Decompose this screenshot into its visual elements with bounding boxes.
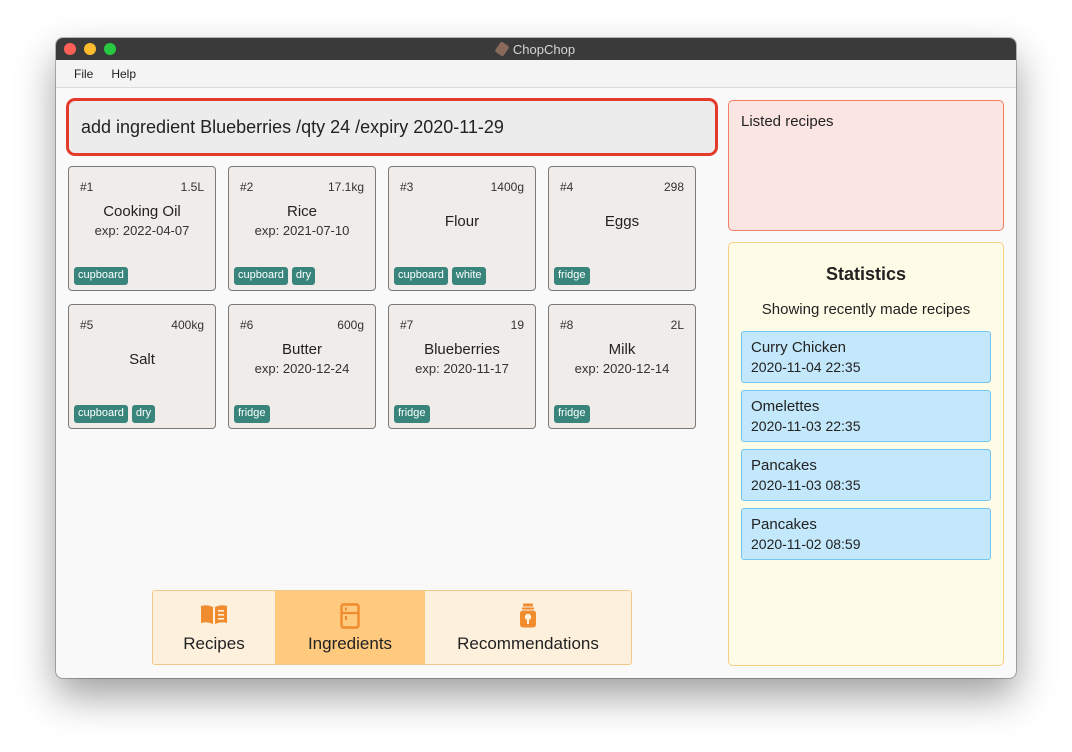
recent-recipe-name: Pancakes [751,457,817,474]
title-bar: ChopChop [56,38,1016,60]
ingredient-card[interactable]: #3 1400g Flour cupboard white [388,166,536,291]
app-window: ChopChop File Help add ingredient Bluebe… [56,38,1016,678]
ingredient-name: Salt [129,351,155,368]
ingredient-index: #3 [400,180,414,194]
ingredient-expiry: exp: 2020-12-14 [574,361,670,376]
app-icon [494,41,510,57]
ingredient-quantity: 17.1kg [327,180,364,194]
tab-recipes[interactable]: Recipes [153,591,275,664]
tab-recommendations-label: Recommendations [457,634,599,653]
ingredient-tags: cupboard dry [74,405,156,423]
recent-recipe-item[interactable]: Pancakes 2020-11-02 08:59 [741,508,991,560]
ingredient-card[interactable]: #7 19 Blueberries exp: 2020-11-17 fridge [388,304,536,429]
menu-file[interactable]: File [65,67,102,81]
recent-recipe-time: 2020-11-04 22:35 [751,359,861,375]
ingredient-quantity: 600g [337,318,364,332]
ingredient-name: Milk [608,341,636,358]
ingredient-expiry: exp: 2020-12-24 [254,361,350,376]
recent-recipe-name: Curry Chicken [751,339,847,356]
tag-badge: fridge [554,405,590,423]
tag-badge: cupboard [74,405,128,423]
ingredient-card[interactable]: #2 17.1kg Rice exp: 2021-07-10 cupboard … [228,166,376,291]
ingredient-tags: fridge [394,405,430,423]
ingredient-index: #4 [560,180,574,194]
ingredient-card[interactable]: #1 1.5L Cooking Oil exp: 2022-04-07 cupb… [68,166,216,291]
ingredient-card[interactable]: #4 298 Eggs fridge [548,166,696,291]
ingredient-quantity: 1400g [490,180,524,194]
menu-help[interactable]: Help [102,67,145,81]
tag-badge: dry [291,267,316,285]
tag-badge: cupboard [74,267,128,285]
close-window-button[interactable] [64,43,76,55]
listed-recipes-panel: Listed recipes [728,100,1004,231]
ingredient-tags: cupboard white [394,267,486,285]
recent-recipe-time: 2020-11-03 22:35 [751,418,861,434]
ingredient-tags: fridge [554,405,590,423]
ingredient-quantity: 19 [510,318,524,332]
ingredient-quantity: 1.5L [180,180,204,194]
listed-recipes-label: Listed recipes [741,113,834,130]
ingredient-tags: fridge [234,405,270,423]
recent-recipe-time: 2020-11-02 08:59 [751,536,861,552]
ingredient-quantity: 400kg [171,318,204,332]
ingredient-tags: fridge [554,267,590,285]
bottom-tab-bar: Recipes Ingredients Recommendations [152,590,632,665]
statistics-panel: Statistics Showing recently made recipes… [728,242,1004,666]
tag-badge: fridge [234,405,270,423]
tag-badge: fridge [554,267,590,285]
menu-bar: File Help [56,60,1016,88]
ingredient-index: #6 [240,318,254,332]
ingredient-expiry: exp: 2020-11-17 [415,361,509,376]
ingredient-card[interactable]: #5 400kg Salt cupboard dry [68,304,216,429]
command-input[interactable]: add ingredient Blueberries /qty 24 /expi… [66,98,718,156]
recent-recipe-item[interactable]: Curry Chicken 2020-11-04 22:35 [741,331,991,383]
minimize-window-button[interactable] [84,43,96,55]
ingredient-card[interactable]: #6 600g Butter exp: 2020-12-24 fridge [228,304,376,429]
ingredient-name: Blueberries [424,341,500,358]
tag-badge: cupboard [394,267,448,285]
maximize-window-button[interactable] [104,43,116,55]
tab-recipes-label: Recipes [183,634,245,653]
recent-recipe-name: Omelettes [751,398,820,415]
ingredient-name: Flour [444,213,480,230]
tag-badge: white [451,267,486,285]
recent-recipe-time: 2020-11-03 08:35 [751,477,861,493]
book-icon [201,605,227,624]
recent-recipe-name: Pancakes [751,516,817,533]
ingredient-quantity: 298 [663,180,684,194]
recent-recipe-item[interactable]: Omelettes 2020-11-03 22:35 [741,390,991,442]
ingredient-tags: cupboard [74,267,128,285]
ingredient-expiry: exp: 2022-04-07 [94,223,190,238]
window-title: ChopChop [512,41,576,57]
ingredient-name: Eggs [604,213,640,230]
tab-recommendations[interactable]: Recommendations [425,591,631,664]
tag-badge: dry [131,405,156,423]
ingredient-tags: cupboard dry [234,267,316,285]
ingredient-expiry: exp: 2021-07-10 [254,223,350,238]
ingredient-name: Cooking Oil [103,203,181,220]
tab-ingredients-label: Ingredients [307,634,393,653]
ingredient-quantity: 2L [670,318,684,332]
ingredient-index: #2 [240,180,254,194]
tab-ingredients[interactable]: Ingredients [275,591,425,664]
tag-badge: cupboard [234,267,288,285]
ingredient-name: Rice [286,203,317,220]
statistics-title: Statistics [825,264,907,284]
window-title-group: ChopChop [494,41,576,57]
ingredient-index: #1 [80,180,94,194]
ingredient-index: #5 [80,318,94,332]
ingredient-index: #8 [560,318,574,332]
command-text: add ingredient Blueberries /qty 24 /expi… [81,116,504,137]
ingredient-card[interactable]: #8 2L Milk exp: 2020-12-14 fridge [548,304,696,429]
statistics-subtitle: Showing recently made recipes [761,301,971,318]
tag-badge: fridge [394,405,430,423]
fridge-icon [340,603,360,629]
jar-icon [520,603,536,628]
ingredient-index: #7 [400,318,414,332]
window-controls [64,43,116,55]
recent-recipe-item[interactable]: Pancakes 2020-11-03 08:35 [741,449,991,501]
ingredient-name: Butter [281,341,323,358]
